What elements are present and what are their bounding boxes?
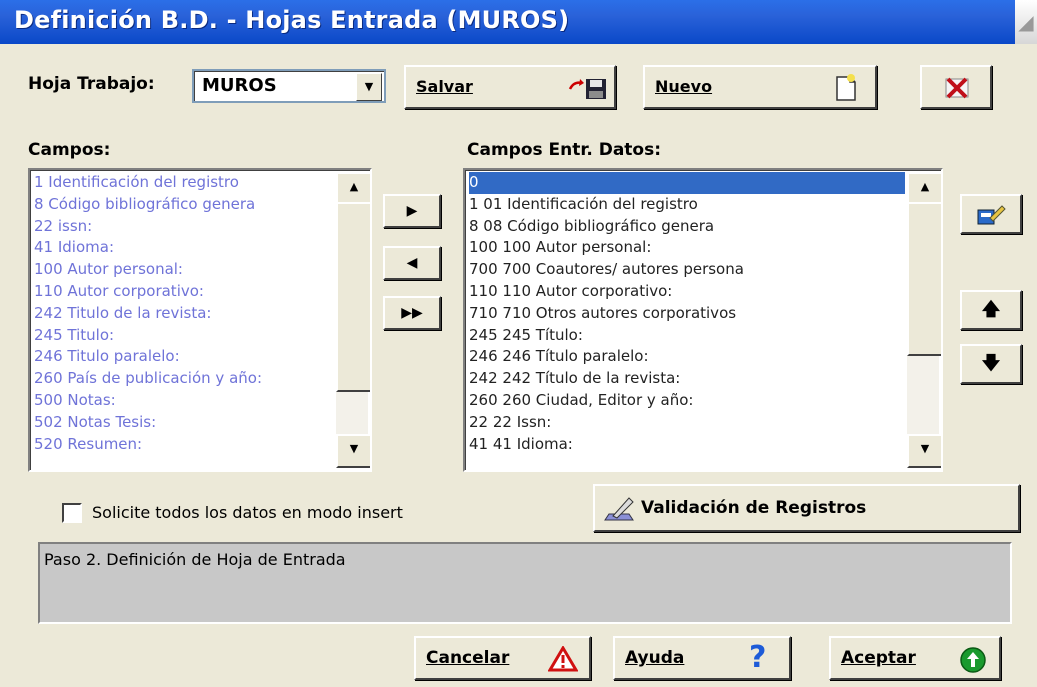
move-right-button[interactable]: ▶ [383,194,441,228]
move-left-button[interactable]: ◀ [383,246,441,280]
list-item[interactable]: 1 Identificación del registro [34,172,334,194]
salvar-text: Salvar [416,77,473,96]
list-item[interactable]: 8 Código bibliográfico genera [34,194,334,216]
warning-triangle-icon [547,645,579,676]
campos-entrada-items: 01 01 Identificación del registro 8 08 Có… [469,172,905,455]
arrow-right-icon: ▶ [406,203,418,219]
list-item[interactable]: 245 245 Título: [469,325,905,347]
aceptar-label: Aceptar [841,648,916,668]
list-item[interactable]: 500 Notas: [34,390,334,412]
list-item[interactable]: 700 700 Coautores/ autores persona [469,259,905,281]
campos-entrada-scrollbar[interactable]: ▲ ▼ [907,172,941,468]
hoja-trabajo-label: Hoja Trabajo: [28,74,155,94]
scroll-thumb[interactable] [907,202,941,356]
arrow-up-icon: 🡅 [981,299,1001,320]
list-item[interactable]: 502 Notas Tesis: [34,412,334,434]
scroll-down-arrow-icon[interactable]: ▼ [907,434,941,468]
scroll-up-arrow-icon[interactable]: ▲ [336,172,370,206]
list-item[interactable]: 100 100 Autor personal: [469,237,905,259]
hoja-trabajo-combo[interactable]: MUROS ▼ [192,69,386,103]
list-item[interactable]: 1 01 Identificación del registro [469,194,905,216]
list-item[interactable]: 22 issn: [34,216,334,238]
edit-field-button[interactable] [960,194,1022,234]
green-circle-up-icon [959,646,987,678]
list-item[interactable]: 260 260 Ciudad, Editor y año: [469,390,905,412]
campos-items: 1 Identificación del registro 8 Código bi… [34,172,334,455]
list-item[interactable]: 110 110 Autor corporativo: [469,281,905,303]
validate-pen-icon [603,494,637,528]
salvar-button[interactable]: Salvar [404,65,616,109]
ayuda-button[interactable]: Ayuda ? [613,636,791,680]
ayuda-label: Ayuda [625,648,684,668]
list-item[interactable]: 41 Idioma: [34,237,334,259]
list-item[interactable]: 260 País de publicación y año: [34,368,334,390]
list-item[interactable]: 246 246 Título paralelo: [469,346,905,368]
combo-dropdown-arrow-icon[interactable]: ▼ [356,73,382,101]
move-up-button[interactable]: 🡅 [960,290,1022,330]
scroll-thumb[interactable] [336,202,370,392]
double-arrow-right-icon: ▶▶ [401,305,423,321]
nuevo-button[interactable]: Nuevo [643,65,877,109]
list-item[interactable]: 710 710 Otros autores corporativos [469,303,905,325]
nuevo-label: Nuevo [655,77,712,96]
list-item[interactable]: 22 22 Issn: [469,412,905,434]
validacion-label: Validación de Registros [641,498,867,518]
campos-label: Campos: [28,140,111,160]
edit-field-icon [976,202,1008,232]
move-down-button[interactable]: 🡇 [960,344,1022,384]
aceptar-button[interactable]: Aceptar [829,636,1001,680]
ayuda-text: Ayuda [625,648,685,668]
campos-entrada-label: Campos Entr. Datos: [467,140,662,160]
arrow-left-icon: ◀ [406,255,418,271]
salvar-label: Salvar [416,77,473,96]
save-disk-icon [566,73,610,107]
list-item[interactable]: 0 [469,172,905,194]
list-item[interactable]: 242 242 Título de la revista: [469,368,905,390]
hoja-trabajo-value: MUROS [202,75,277,96]
delete-button[interactable] [920,65,992,109]
window-title: Definición B.D. - Hojas Entrada (MUROS) [0,0,1037,44]
insert-mode-label: Solicite todos los datos en modo insert [92,503,403,522]
list-item[interactable]: 242 Titulo de la revista: [34,303,334,325]
list-item[interactable]: 110 Autor corporativo: [34,281,334,303]
cancelar-button[interactable]: Cancelar [414,636,591,680]
list-item[interactable]: 8 08 Código bibliográfico genera [469,216,905,238]
nuevo-text: Nuevo [655,77,713,96]
insert-mode-checkbox[interactable] [62,503,82,523]
list-item[interactable]: 246 Titulo paralelo: [34,346,334,368]
cancelar-text: Cancelar [426,648,510,668]
title-corner-icon: ◢ [1015,0,1037,44]
list-item[interactable]: 245 Titulo: [34,325,334,347]
move-all-button[interactable]: ▶▶ [383,296,441,330]
campos-entrada-listbox[interactable]: 01 01 Identificación del registro 8 08 Có… [463,168,943,472]
validacion-button[interactable]: Validación de Registros [593,484,1020,532]
scroll-up-arrow-icon[interactable]: ▲ [907,172,941,206]
list-item[interactable]: 100 Autor personal: [34,259,334,281]
arrow-down-icon: 🡇 [981,353,1001,374]
delete-x-icon [942,75,972,105]
list-item[interactable]: 520 Resumen: [34,434,334,456]
status-text: Paso 2. Definición de Hoja de Entrada [44,550,346,569]
status-panel: Paso 2. Definición de Hoja de Entrada [38,542,1012,624]
scroll-down-arrow-icon[interactable]: ▼ [336,434,370,468]
cancelar-label: Cancelar [426,648,509,668]
new-document-icon [831,73,861,107]
question-mark-icon: ? [749,640,767,675]
aceptar-text: Aceptar [841,648,916,668]
list-item[interactable]: 41 41 Idioma: [469,434,905,456]
campos-listbox[interactable]: 1 Identificación del registro 8 Código bi… [28,168,372,472]
campos-scrollbar[interactable]: ▲ ▼ [336,172,370,468]
